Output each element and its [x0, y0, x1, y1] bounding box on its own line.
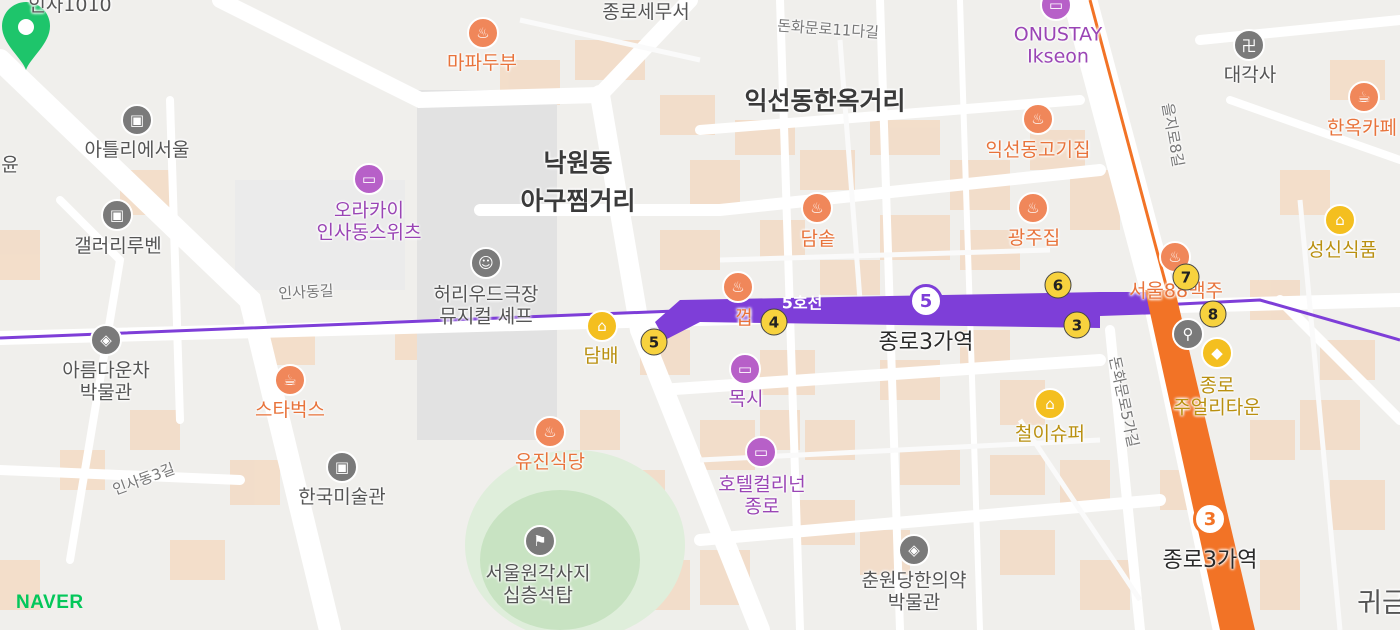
- poi-gwi[interactable]: 귀금: [1357, 588, 1400, 620]
- gallery-icon[interactable]: ▣: [101, 199, 133, 231]
- line3-station-badge[interactable]: 3: [1193, 502, 1227, 536]
- hotel-icon[interactable]: ▭: [353, 163, 385, 195]
- area-label-agujjim: 아구찜거리: [520, 186, 636, 216]
- poi-hollywood[interactable]: 허리우드극장 뮤지컬 셰프: [434, 284, 539, 329]
- poi-orakai-line2: 인사동스위츠: [316, 222, 422, 244]
- theater-icon[interactable]: ☺: [470, 247, 502, 279]
- poi-onustay-line2: Ikseon: [1027, 46, 1089, 68]
- poi-orakai-line1: 오라카이: [334, 199, 404, 222]
- museum-icon[interactable]: ◈: [898, 534, 930, 566]
- poi-onustay[interactable]: ONUSTAY Ikseon: [1014, 24, 1102, 69]
- poi-atelier-seoul[interactable]: 아틀리에서울: [85, 139, 190, 161]
- station-exit-4[interactable]: 4: [760, 308, 788, 336]
- station-exit-5[interactable]: 5: [640, 328, 668, 356]
- gallery-icon[interactable]: ▣: [121, 104, 153, 136]
- temple-icon[interactable]: 卍: [1233, 29, 1265, 61]
- monument-icon[interactable]: ⚑: [524, 525, 556, 557]
- hotel-icon[interactable]: ▭: [729, 353, 761, 385]
- poi-insa1010[interactable]: 인사1010: [28, 0, 111, 16]
- line5-label: 5호선: [781, 293, 823, 313]
- poi-wongaksa-line2: 십층석탑: [503, 585, 573, 607]
- museum-icon[interactable]: ◈: [90, 324, 122, 356]
- poi-gallery-ruben[interactable]: 갤러리루벤: [74, 235, 161, 257]
- poi-wongaksa[interactable]: 서울원각사지 십층석탑: [486, 563, 591, 608]
- poi-iksundong-gogi[interactable]: 익선동고기집: [986, 139, 1091, 161]
- poi-collinen-line1: 호텔컬리넌: [718, 473, 806, 496]
- poi-arumdaun-line2: 박물관: [79, 382, 133, 404]
- restaurant-icon[interactable]: ♨: [534, 416, 566, 448]
- station-exit-8[interactable]: 8: [1199, 300, 1227, 328]
- shop-icon[interactable]: ⌂: [1324, 204, 1356, 236]
- cafe-icon[interactable]: ☕: [1348, 81, 1380, 113]
- poi-hollywood-line1: 허리우드극장: [433, 283, 539, 306]
- map-canvas[interactable]: 익선동한옥거리 낙원동 아구찜거리 돈화문로11다길 인사동길 인사동3길 돈화…: [0, 0, 1400, 630]
- poi-jewelry-line1: 종로: [1199, 374, 1235, 397]
- hotel-icon[interactable]: ▭: [745, 436, 777, 468]
- station-exit-6[interactable]: 6: [1044, 271, 1072, 299]
- poi-hanok-cafe[interactable]: 한옥카페: [1327, 117, 1397, 139]
- station-label-jongno3-line3[interactable]: 종로3가역: [1163, 548, 1258, 574]
- line5-station-badge[interactable]: 5: [909, 284, 943, 318]
- poi-chunwondang-line2: 박물관: [887, 592, 941, 614]
- poi-yun[interactable]: 윤: [1, 154, 18, 176]
- poi-chunwondang[interactable]: 춘원당한의약 박물관: [862, 570, 967, 615]
- poi-moksi[interactable]: 목시: [729, 388, 764, 410]
- poi-damsot[interactable]: 담솥: [801, 228, 836, 250]
- poi-gup[interactable]: 껍: [735, 307, 752, 329]
- poi-wongaksa-line1: 서울원각사지: [485, 562, 591, 585]
- cafe-icon[interactable]: ☕: [274, 364, 306, 396]
- poi-starbucks[interactable]: 스타벅스: [255, 399, 325, 421]
- jewelry-icon[interactable]: ◆: [1201, 337, 1233, 369]
- restaurant-icon[interactable]: ♨: [467, 17, 499, 49]
- poi-jewelry-line2: 주얼리타운: [1173, 397, 1261, 419]
- poi-jongno-tax[interactable]: 종로세무서: [602, 1, 689, 23]
- toilet-icon[interactable]: ⚲: [1172, 318, 1204, 350]
- station-exit-3[interactable]: 3: [1063, 311, 1091, 339]
- poi-hotel-collinen[interactable]: 호텔컬리넌 종로: [718, 474, 805, 519]
- poi-orakai[interactable]: 오라카이 인사동스위츠: [317, 200, 422, 245]
- restaurant-icon[interactable]: ♨: [801, 192, 833, 224]
- poi-onustay-line1: ONUSTAY: [1013, 23, 1103, 46]
- poi-cheol-super[interactable]: 철이슈퍼: [1015, 423, 1085, 445]
- naver-logo: NAVER: [16, 592, 84, 613]
- poi-chunwondang-line1: 춘원당한의약: [861, 569, 967, 592]
- poi-arumdaun[interactable]: 아름다운차 박물관: [62, 360, 149, 405]
- poi-mapadubu[interactable]: 마파두부: [447, 52, 517, 74]
- poi-damun[interactable]: 담배: [584, 345, 619, 367]
- poi-daegaksa[interactable]: 대각사: [1224, 64, 1276, 86]
- shop-icon[interactable]: ⌂: [1034, 388, 1066, 420]
- restaurant-icon[interactable]: ♨: [1017, 192, 1049, 224]
- poi-gwangjujip[interactable]: 광주집: [1008, 227, 1060, 249]
- station-exit-7[interactable]: 7: [1172, 263, 1200, 291]
- poi-yujin[interactable]: 유진식당: [515, 451, 585, 473]
- restaurant-icon[interactable]: ♨: [1022, 103, 1054, 135]
- poi-jongno-jewelry[interactable]: 종로 주얼리타운: [1173, 375, 1260, 420]
- restaurant-icon[interactable]: ♨: [722, 271, 754, 303]
- gallery-icon[interactable]: ▣: [326, 451, 358, 483]
- map-base: [0, 0, 1400, 630]
- poi-korea-art[interactable]: 한국미술관: [298, 486, 385, 508]
- shop-icon[interactable]: ⌂: [586, 310, 618, 342]
- poi-arumdaun-line1: 아름다운차: [62, 359, 150, 382]
- road-label-insadong-gil: 인사동길: [277, 281, 334, 303]
- area-label-nakwondong: 낙원동: [543, 148, 613, 178]
- poi-seongsin[interactable]: 성신식품: [1307, 239, 1377, 261]
- poi-hollywood-line2: 뮤지컬 셰프: [439, 306, 533, 328]
- area-label-iksundong: 익선동한옥거리: [744, 86, 906, 116]
- station-label-jongno3-line5[interactable]: 종로3가역: [879, 330, 974, 356]
- poi-collinen-line2: 종로: [744, 496, 780, 518]
